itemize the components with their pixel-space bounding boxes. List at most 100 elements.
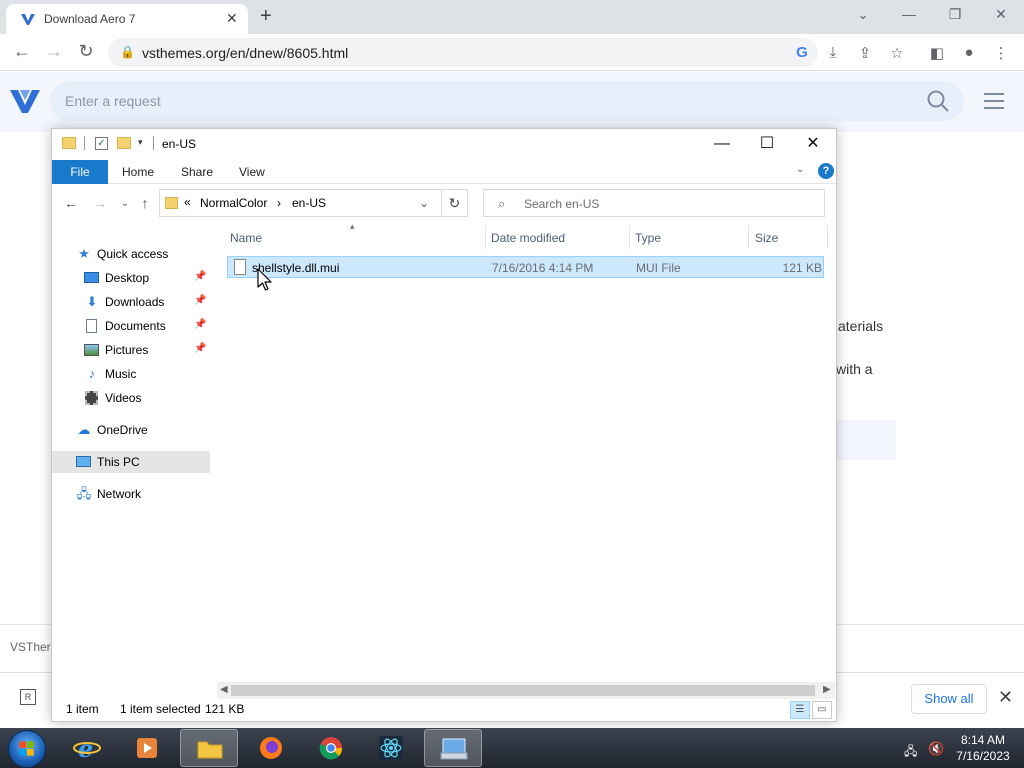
scroll-right-arrow-icon[interactable]: ▶ — [823, 684, 831, 695]
address-bar[interactable]: 🔒 vsthemes.org/en/dnew/8605.html G — [108, 38, 818, 67]
properties-check-icon[interactable]: ✓ — [95, 137, 108, 150]
large-icons-view-icon[interactable]: ▭ — [812, 701, 832, 719]
taskbar-clock-date[interactable]: 7/16/2023 — [952, 749, 1014, 763]
reload-icon[interactable]: ↻ — [75, 41, 97, 62]
ribbon-tab-share[interactable]: Share — [181, 160, 213, 184]
forward-arrow-icon[interactable]: → — [43, 41, 65, 62]
browser-tabstrip: Download Aero 7 ✕ + ⌄ — ❐ ✕ — [0, 0, 1024, 34]
site-search-input[interactable]: Enter a request — [50, 81, 964, 121]
bookmark-star-icon[interactable]: ☆ — [887, 44, 907, 62]
scroll-left-arrow-icon[interactable]: ◀ — [220, 684, 228, 695]
nav-item-downloads[interactable]: ⬇ Downloads 📌 — [52, 291, 210, 313]
google-translate-icon[interactable]: G — [792, 44, 812, 61]
nav-item-quick-access[interactable]: ★ Quick access — [52, 243, 210, 265]
explorer-maximize-icon[interactable]: ☐ — [752, 133, 782, 155]
address-dropdown-chevron-icon[interactable]: ⌄ — [419, 196, 429, 210]
install-download-icon[interactable]: ⤓ — [823, 44, 843, 61]
tab-close-icon[interactable]: ✕ — [226, 10, 238, 27]
taskbar-media-player[interactable] — [118, 729, 176, 767]
back-arrow-icon[interactable]: ← — [62, 195, 80, 211]
tab-search-chevron-icon[interactable]: ⌄ — [853, 6, 873, 23]
explorer-search-input[interactable]: ⌕ Search en-US — [483, 189, 825, 217]
new-tab-button[interactable]: + — [260, 5, 272, 28]
column-divider[interactable] — [827, 225, 828, 249]
taskbar-react-app[interactable] — [362, 729, 420, 767]
volume-muted-tray-icon[interactable]: 🔇 — [928, 741, 944, 757]
column-header-size[interactable]: Size — [755, 231, 778, 245]
nav-item-this-pc[interactable]: This PC — [52, 451, 210, 473]
horizontal-scrollbar[interactable]: ◀ ▶ — [217, 682, 835, 699]
pin-icon[interactable]: 📌 — [194, 343, 206, 354]
up-arrow-icon[interactable]: ↑ — [136, 195, 154, 211]
column-divider[interactable] — [629, 225, 630, 249]
file-icon — [234, 259, 246, 275]
browser-close-icon[interactable]: ✕ — [991, 6, 1011, 23]
side-panel-icon[interactable]: ◧ — [927, 44, 947, 62]
ribbon-expand-chevron-icon[interactable]: ⌄ — [796, 164, 804, 175]
breadcrumb-en-us[interactable]: en-US — [292, 196, 326, 210]
column-header-type[interactable]: Type — [635, 231, 661, 245]
taskbar-chrome[interactable] — [302, 729, 360, 767]
status-selected: 1 item selected — [120, 702, 201, 716]
breadcrumb-normalcolor[interactable]: NormalColor — [200, 196, 267, 210]
nav-item-documents[interactable]: Documents 📌 — [52, 315, 210, 337]
pin-icon[interactable]: 📌 — [194, 271, 206, 282]
hamburger-menu-icon[interactable] — [984, 92, 1004, 110]
browser-tab[interactable]: Download Aero 7 ✕ — [6, 4, 248, 34]
nav-item-pictures[interactable]: Pictures 📌 — [52, 339, 210, 361]
new-folder-icon[interactable] — [117, 137, 131, 149]
pin-icon[interactable]: 📌 — [194, 319, 206, 330]
refresh-icon[interactable]: ↻ — [442, 189, 468, 217]
nav-item-onedrive[interactable]: ☁ OneDrive — [52, 419, 210, 441]
download-file-icon[interactable]: R — [20, 689, 36, 705]
show-all-downloads-button[interactable]: Show all — [911, 684, 987, 714]
pin-icon[interactable]: 📌 — [194, 295, 206, 306]
atom-icon — [379, 736, 403, 760]
details-view-icon[interactable]: ☰ — [790, 701, 810, 719]
nav-item-music[interactable]: ♪ Music — [52, 363, 210, 385]
taskbar-firefox[interactable] — [242, 729, 300, 767]
taskbar-internet-explorer[interactable]: e — [58, 729, 116, 767]
ribbon-tab-view[interactable]: View — [239, 160, 265, 184]
nav-item-desktop[interactable]: Desktop 📌 — [52, 267, 210, 289]
nav-item-network[interactable]: 🖧 Network — [52, 483, 210, 505]
browser-menu-icon[interactable]: ⋮ — [991, 44, 1011, 62]
column-divider[interactable] — [748, 225, 749, 249]
back-arrow-icon[interactable]: ← — [11, 41, 33, 62]
file-row[interactable]: shellstyle.dll.mui 7/16/2016 4:14 PM MUI… — [227, 256, 824, 278]
vsthemes-logo-icon[interactable] — [10, 88, 40, 114]
star-icon: ★ — [78, 246, 90, 261]
browser-restore-icon[interactable]: ❐ — [945, 6, 965, 23]
taskbar-clock-time[interactable]: 8:14 AM — [956, 733, 1010, 747]
scrollbar-thumb[interactable] — [231, 685, 815, 696]
quick-access-toolbar-dropdown-icon[interactable]: ▾ — [138, 137, 143, 148]
column-header-date-modified[interactable]: Date modified — [491, 231, 565, 245]
column-divider[interactable] — [485, 225, 486, 249]
explorer-minimize-icon[interactable]: — — [707, 133, 737, 155]
breadcrumb-overflow[interactable]: « — [184, 195, 191, 209]
address-url[interactable]: vsthemes.org/en/dnew/8605.html — [142, 45, 348, 61]
search-icon[interactable] — [926, 89, 950, 113]
browser-minimize-icon[interactable]: — — [899, 6, 919, 22]
ribbon-tab-home[interactable]: Home — [122, 160, 154, 184]
share-icon[interactable]: ⇪ — [855, 44, 875, 62]
column-header-name[interactable]: Name — [230, 231, 262, 245]
profile-avatar-icon[interactable]: ● — [959, 44, 979, 61]
ribbon-tab-file[interactable]: File — [52, 160, 108, 184]
computer-icon — [76, 454, 92, 470]
download-shelf-close-icon[interactable]: ✕ — [998, 687, 1013, 708]
explorer-address-bar[interactable]: « NormalColor › en-US ⌄ — [159, 189, 442, 217]
explorer-close-icon[interactable]: ✕ — [798, 133, 828, 155]
site-banner — [836, 420, 896, 460]
explorer-titlebar[interactable]: ✓ ▾ en-US — ☐ ✕ — [52, 129, 836, 159]
help-icon[interactable]: ? — [818, 163, 834, 179]
taskbar-on-screen-keyboard[interactable] — [424, 729, 482, 767]
taskbar-file-explorer[interactable] — [180, 729, 238, 767]
start-button[interactable] — [8, 730, 46, 768]
recent-locations-chevron-icon[interactable]: ⌄ — [116, 198, 134, 209]
breadcrumb-separator[interactable]: › — [277, 196, 281, 210]
network-tray-icon[interactable]: 🖧 — [904, 742, 917, 763]
nav-item-videos[interactable]: Videos — [52, 387, 210, 409]
forward-arrow-icon[interactable]: → — [91, 195, 109, 211]
lock-icon[interactable]: 🔒 — [120, 45, 135, 59]
